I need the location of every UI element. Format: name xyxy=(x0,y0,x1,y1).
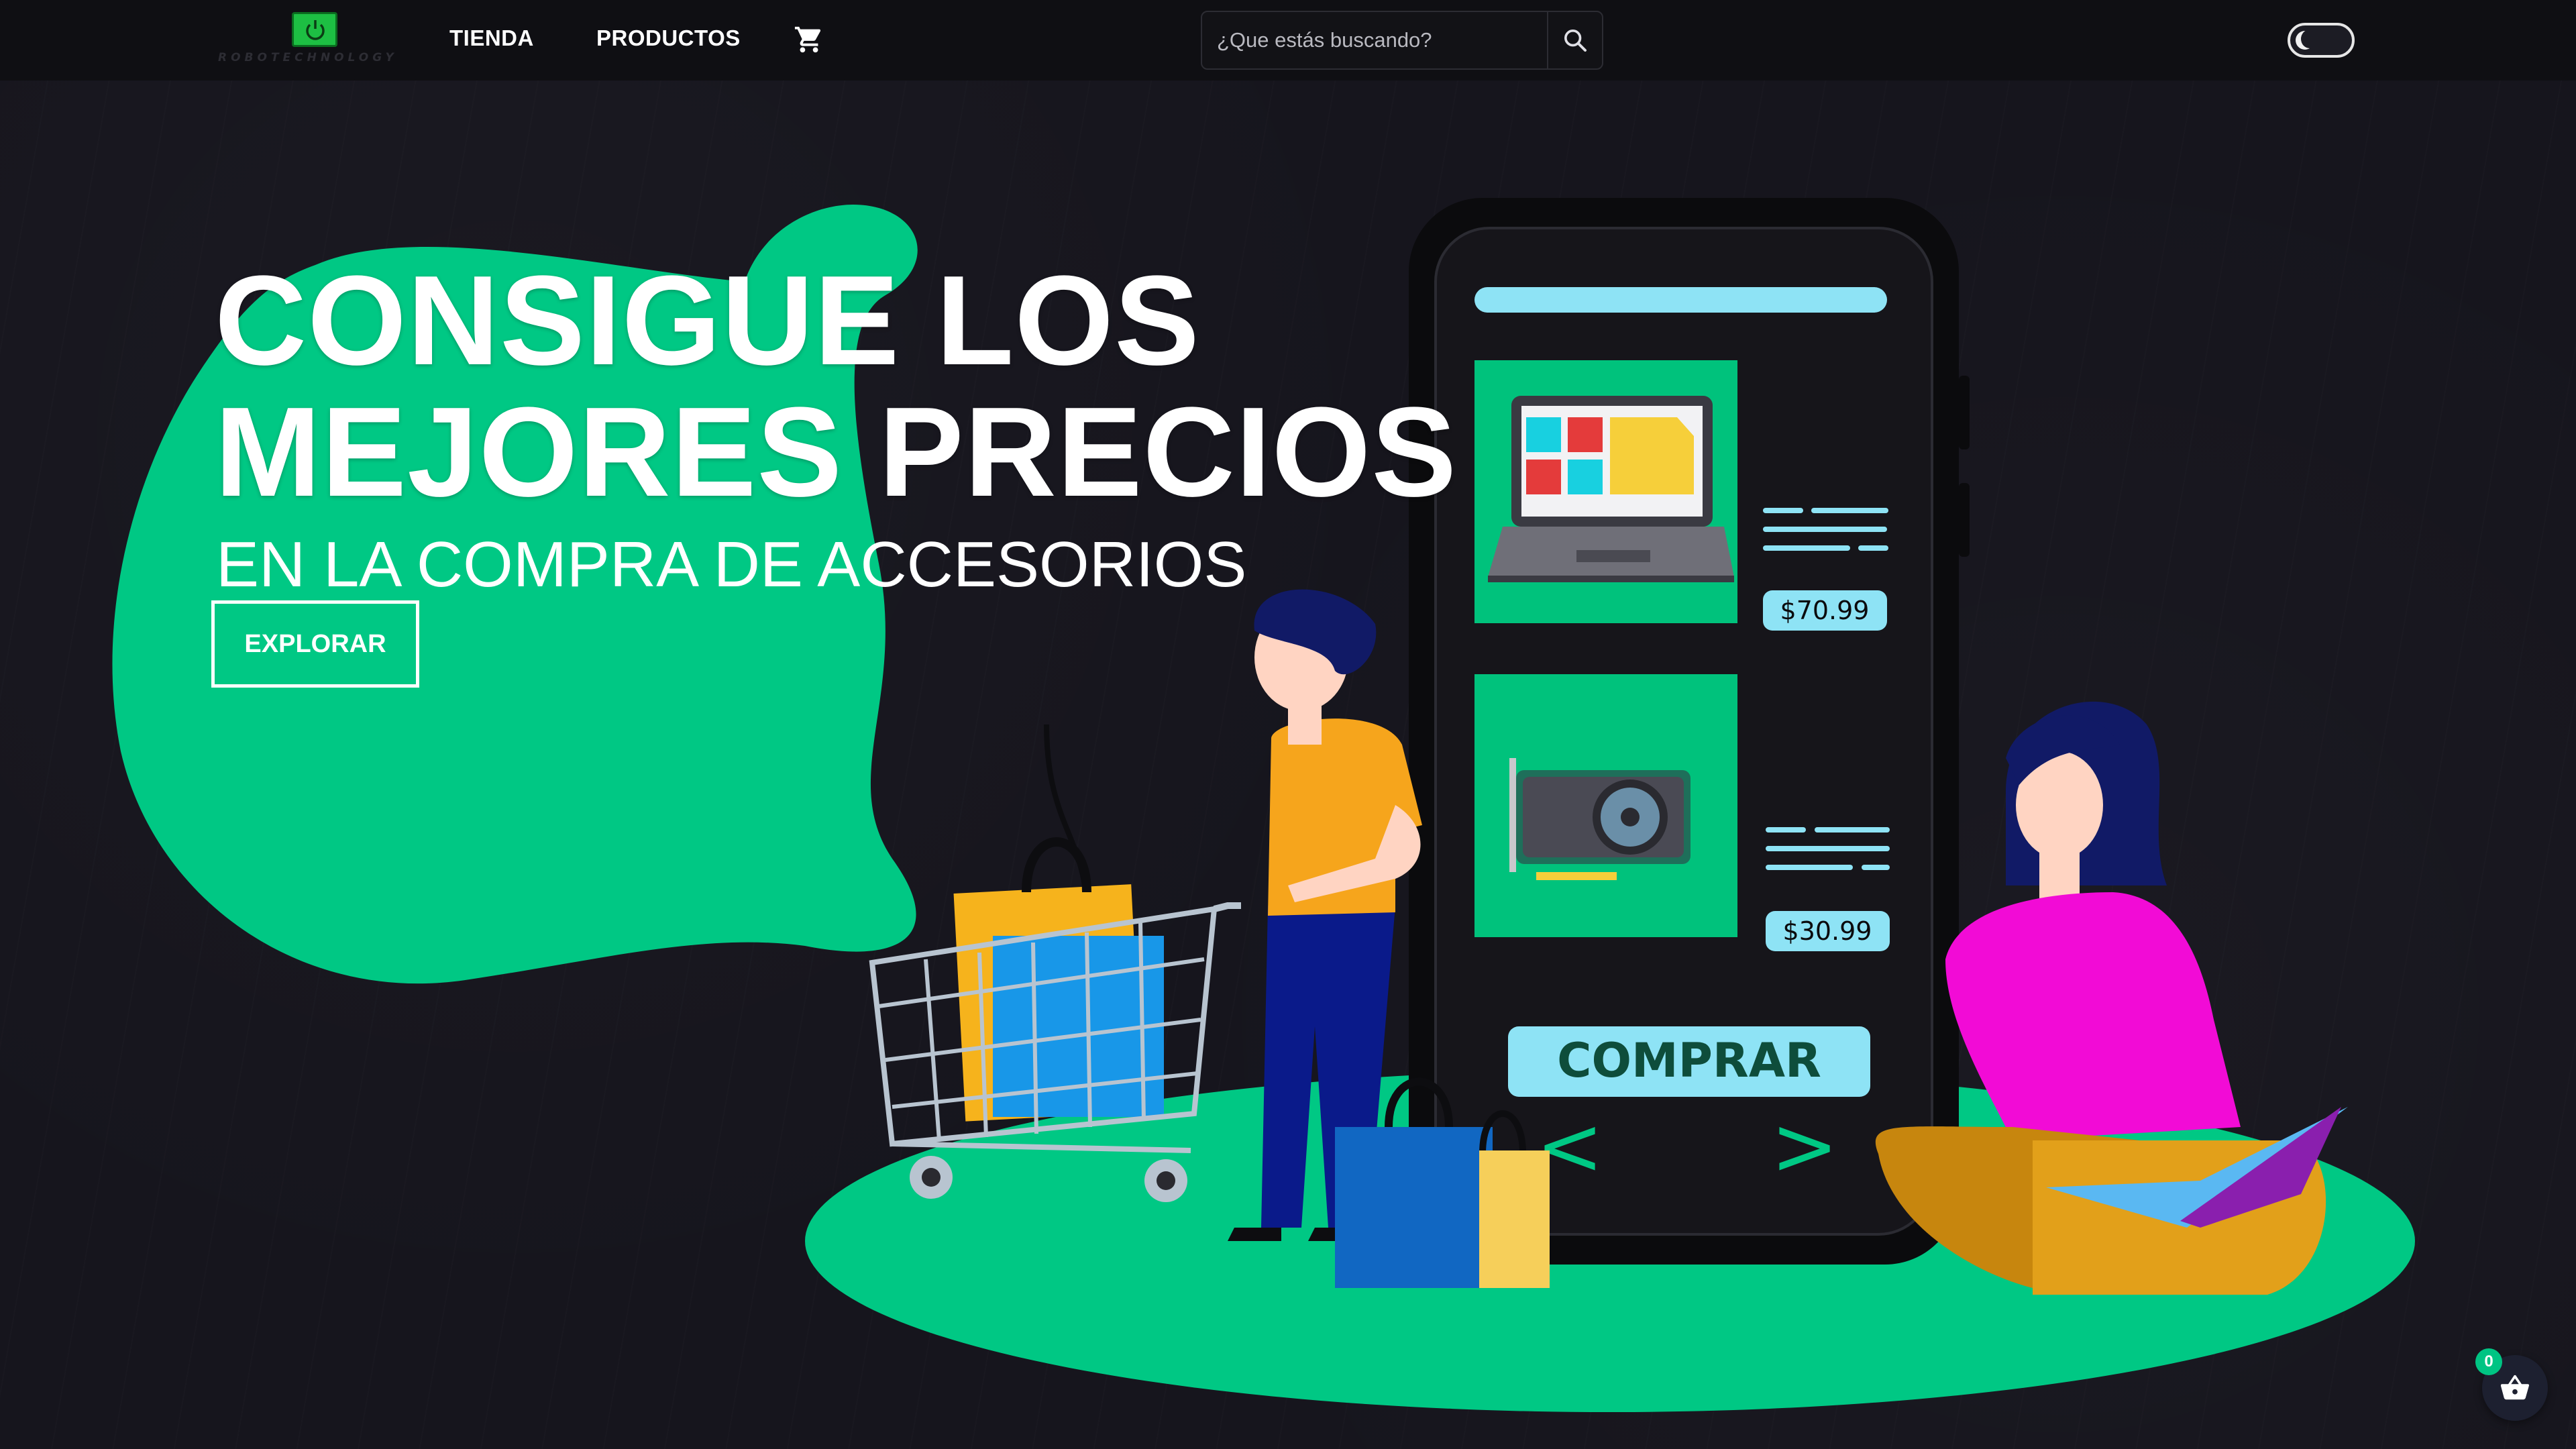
dark-mode-toggle[interactable] xyxy=(2288,23,2355,58)
brand-logo[interactable]: ROBOTECHNOLOGY xyxy=(218,7,413,67)
navbar: ROBOTECHNOLOGY TIENDA PRODUCTOS xyxy=(0,0,2576,80)
explore-button[interactable]: EXPLORAR xyxy=(211,600,419,688)
gpu-price: $30.99 xyxy=(1783,916,1872,946)
nav-link-tienda[interactable]: TIENDA xyxy=(449,25,534,51)
hero-title-line-2: MEJORES PRECIOS xyxy=(215,381,1458,523)
search-icon xyxy=(1564,30,1587,52)
search-input[interactable] xyxy=(1202,12,1548,68)
search-button[interactable] xyxy=(1547,12,1602,68)
hero-title: CONSIGUE LOS MEJORES PRECIOS xyxy=(215,255,1457,518)
phone-search-bar xyxy=(1474,287,1887,313)
power-logo-icon xyxy=(292,12,337,47)
phone-next-arrow: > xyxy=(1771,1100,1839,1193)
hero-title-line-1: CONSIGUE LOS xyxy=(215,250,1200,392)
hero-text-block: CONSIGUE LOS MEJORES PRECIOS EN LA COMPR… xyxy=(215,255,1457,600)
basket-icon xyxy=(2500,1375,2530,1400)
moon-icon xyxy=(2296,30,2318,50)
search-box xyxy=(1201,11,1603,70)
phone-buy-label: COMPRAR xyxy=(1557,1033,1821,1088)
hero-illustration: $70.99 $30.99 COMPRAR < > xyxy=(112,198,2415,1412)
nav-link-productos[interactable]: PRODUCTOS xyxy=(596,25,741,51)
cart-icon[interactable] xyxy=(794,24,824,55)
logo-text: ROBOTECHNOLOGY xyxy=(218,51,398,63)
cart-count-badge: 0 xyxy=(2475,1348,2502,1375)
laptop-price: $70.99 xyxy=(1780,596,1870,625)
hero-subtitle: EN LA COMPRA DE ACCESORIOS xyxy=(216,529,1247,600)
